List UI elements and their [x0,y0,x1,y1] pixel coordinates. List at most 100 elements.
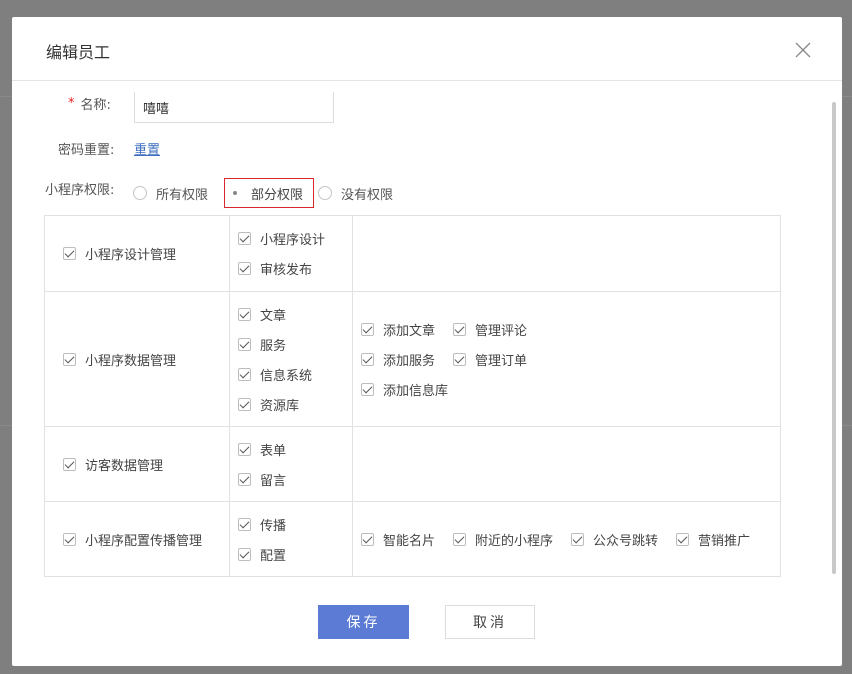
subitem-checkbox[interactable]: 营销推广 [676,524,750,554]
item-checkbox[interactable]: 文章 [238,299,352,329]
subitem-label: 管理评论 [475,323,528,339]
subitems-line: 添加文章 管理评论 [361,314,780,344]
subitem-checkbox[interactable]: 管理订单 [453,344,527,374]
edit-employee-dialog: 编辑员工 * 名称: 密码重置: 重置 小程序权限: 所有权限 [12,17,842,666]
name-label: 名称: [80,98,111,113]
checkbox-checked [361,532,374,546]
item-checkbox[interactable]: 小程序设计 [238,224,352,254]
item-checkbox[interactable]: 资源库 [238,389,352,419]
subitem-label: 管理订单 [475,353,528,369]
close-icon [795,42,811,58]
permission-table: 小程序设计管理 小程序设计 审核发布 小程序数据管理 文章 服务 信息系统 资源… [44,215,781,577]
radio-label: 所有权限 [156,187,209,203]
subitem-checkbox[interactable]: 公众号跳转 [571,524,658,554]
subitem-checkbox[interactable]: 智能名片 [361,524,435,554]
item-label: 资源库 [260,398,300,414]
close-button[interactable] [794,41,812,59]
checkbox-checked [238,397,251,411]
items-cell: 表单 留言 [229,426,353,502]
item-label: 留言 [260,473,287,489]
table-row: 访客数据管理 表单 留言 [44,426,781,502]
dialog-title: 编辑员工 [46,43,111,62]
subitem-label: 智能名片 [383,533,436,549]
subitems-line: 添加信息库 [361,374,780,404]
subitems-cell: 智能名片 附近的小程序 公众号跳转 营销推广 [352,501,781,577]
checkbox-checked [238,472,251,486]
subitems-cell: 添加文章 管理评论 添加服务 管理订单 添加信息库 [352,291,781,427]
checkbox-checked [453,532,467,546]
subitem-label: 添加服务 [383,353,436,369]
group-checkbox[interactable]: 小程序配置传播管理 [63,524,229,554]
group-label: 访客数据管理 [85,458,164,474]
permission-label-row: 小程序权限: [45,179,114,198]
subitem-checkbox[interactable]: 管理评论 [453,314,527,344]
items-cell: 文章 服务 信息系统 资源库 [229,291,353,427]
save-button[interactable]: 保存 [318,605,409,639]
items-cell: 传播 配置 [229,501,353,577]
radio-label: 部分权限 [251,187,304,203]
dialog-body: * 名称: 密码重置: 重置 小程序权限: 所有权限 部分权限 没有权限 [12,82,842,582]
item-checkbox[interactable]: 留言 [238,464,352,494]
table-row: 小程序设计管理 小程序设计 审核发布 [44,215,781,292]
subitem-label: 添加文章 [383,323,436,339]
radio-no-permissions[interactable]: 没有权限 [318,182,393,204]
item-checkbox[interactable]: 审核发布 [238,254,352,284]
name-input[interactable] [134,92,334,123]
subitem-checkbox[interactable]: 添加服务 [361,344,435,374]
subitem-checkbox[interactable]: 添加文章 [361,314,435,344]
checkbox-checked [238,307,251,321]
checkbox-checked [63,247,76,260]
checkbox-checked [63,532,76,546]
checkbox-checked [676,532,690,546]
group-checkbox[interactable]: 访客数据管理 [63,449,229,479]
checkbox-checked [63,457,76,471]
password-label-row: 密码重置: [58,139,114,158]
checkbox-checked [453,352,467,366]
radio-partial-permissions[interactable]: 部分权限 [224,178,315,208]
group-checkbox[interactable]: 小程序数据管理 [63,344,229,374]
item-checkbox[interactable]: 传播 [238,509,352,539]
checkbox-checked [238,232,251,245]
dialog-header: 编辑员工 [12,17,842,81]
item-label: 配置 [260,548,287,564]
table-row: 小程序数据管理 文章 服务 信息系统 资源库 添加文章 管理评论 添加服务 管理… [44,291,781,427]
group-label: 小程序配置传播管理 [85,533,203,549]
item-checkbox[interactable]: 服务 [238,329,352,359]
item-checkbox[interactable]: 表单 [238,434,352,464]
item-label: 传播 [260,518,287,534]
subitem-label: 添加信息库 [383,383,449,399]
cancel-button[interactable]: 取消 [445,605,535,639]
required-mark: * [68,96,75,111]
checkbox-checked [453,322,467,336]
subitem-label: 附近的小程序 [475,533,554,549]
subitem-checkbox[interactable]: 添加信息库 [361,374,448,404]
item-label: 服务 [260,338,287,354]
group-label: 小程序数据管理 [85,353,177,369]
scrollbar[interactable] [832,102,836,574]
radio-circle [318,186,333,200]
subitem-checkbox[interactable]: 附近的小程序 [453,524,553,554]
checkbox-checked [238,442,251,456]
subitem-label: 营销推广 [698,533,751,549]
subitems-cell [352,426,781,502]
subitems-line: 智能名片 附近的小程序 公众号跳转 营销推广 [361,524,780,554]
item-checkbox[interactable]: 信息系统 [238,359,352,389]
checkbox-checked [238,547,251,561]
table-row: 小程序配置传播管理 传播 配置 智能名片 附近的小程序 公众号跳转 营销推广 [44,501,781,577]
password-label: 密码重置: [58,143,115,158]
group-cell: 小程序设计管理 [44,215,230,292]
radio-all-permissions[interactable]: 所有权限 [133,182,208,204]
checkbox-checked [361,352,374,366]
item-checkbox[interactable]: 配置 [238,539,352,569]
permission-label: 小程序权限: [45,183,115,198]
reset-password-link[interactable]: 重置 [134,139,160,158]
checkbox-checked [238,262,251,275]
radio-label: 没有权限 [341,187,394,203]
group-checkbox[interactable]: 小程序设计管理 [63,239,229,269]
checkbox-checked [238,517,251,531]
checkbox-checked [571,532,585,546]
name-label-row: * 名称: [68,94,111,113]
radio-circle-selected [228,186,243,200]
checkbox-checked [361,382,374,396]
subitems-line: 添加服务 管理订单 [361,344,780,374]
